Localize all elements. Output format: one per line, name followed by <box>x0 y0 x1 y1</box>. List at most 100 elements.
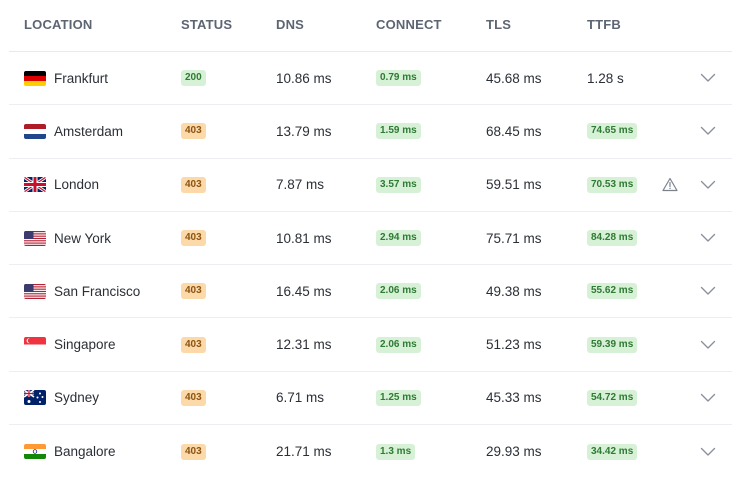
flag-us-icon <box>24 283 46 299</box>
table-row[interactable]: Singapore 403 12.31 ms 2.06 ms 51.23 ms 59.39… <box>9 318 732 372</box>
dns-cell: 7.87 ms <box>276 177 325 193</box>
location-cell: London <box>24 159 99 211</box>
column-header-connect[interactable]: CONNECT <box>376 17 442 32</box>
ttfb-cell: 54.72 ms <box>587 372 638 424</box>
table-row[interactable]: Amsterdam 403 13.79 ms 1.59 ms 68.45 ms 74.65… <box>9 105 732 159</box>
ttfb-cell: 59.39 ms <box>587 318 638 370</box>
column-header-ttfb[interactable]: TTFB <box>587 17 621 32</box>
table-row[interactable]: Frankfurt 200 10.86 ms 0.79 ms 45.68 ms 1.28 … <box>9 52 732 106</box>
warning-triangle-icon[interactable] <box>660 159 680 211</box>
status-badge: 403 <box>181 230 206 247</box>
connect-badge: 2.94 ms <box>376 230 421 247</box>
location-cell: Singapore <box>24 318 116 370</box>
ttfb-cell: 74.65 ms <box>587 105 638 157</box>
connect-badge: 1.3 ms <box>376 443 416 460</box>
ttfb-cell: 84.28 ms <box>587 212 638 264</box>
table-row[interactable]: London 403 7.87 ms 3.57 ms 59.51 ms 70.53 ms <box>9 159 732 212</box>
table-row[interactable]: New York 403 10.81 ms 2.94 ms 75.71 ms 84.28 … <box>9 212 732 266</box>
location-name: London <box>54 177 100 193</box>
table-body: Frankfurt 200 10.86 ms 0.79 ms 45.68 ms 1.28 … <box>9 52 732 478</box>
connect-badge: 3.57 ms <box>376 176 421 193</box>
column-header-dns[interactable]: DNS <box>276 17 304 32</box>
ttfb-cell: 34.42 ms <box>587 425 638 478</box>
status-badge: 403 <box>181 389 206 406</box>
status-cell: 403 <box>181 265 206 317</box>
location-cell: Sydney <box>24 372 99 424</box>
status-cell: 403 <box>181 159 206 211</box>
tls-cell: 45.33 ms <box>486 390 542 406</box>
dns-cell: 10.81 ms <box>276 230 332 246</box>
flag-in-icon <box>24 444 46 460</box>
dns-cell: 6.71 ms <box>276 390 325 406</box>
chevron-down-icon[interactable] <box>697 425 719 478</box>
status-badge: 403 <box>181 443 206 460</box>
tls-cell: 75.71 ms <box>486 230 542 246</box>
location-cell: Amsterdam <box>24 105 123 157</box>
results-table: LOCATION STATUS DNS CONNECT TLS TTFB Fra… <box>9 0 732 478</box>
flag-de-icon <box>24 70 46 86</box>
location-cell: Bangalore <box>24 425 116 478</box>
chevron-down-icon[interactable] <box>697 372 719 424</box>
status-badge: 403 <box>181 176 206 193</box>
dns-cell: 13.79 ms <box>276 123 332 139</box>
column-header-location[interactable]: LOCATION <box>24 17 93 32</box>
ttfb-badge: 59.39 ms <box>587 336 638 353</box>
column-header-status[interactable]: STATUS <box>181 17 232 32</box>
flag-sg-icon <box>24 337 46 353</box>
status-badge: 200 <box>181 70 206 87</box>
tls-cell: 59.51 ms <box>486 177 542 193</box>
table-row[interactable]: San Francisco 403 16.45 ms 2.06 ms 49.38 ms 5… <box>9 265 732 319</box>
tls-cell: 49.38 ms <box>486 283 542 299</box>
location-name: San Francisco <box>54 283 141 299</box>
connect-badge: 1.25 ms <box>376 389 421 406</box>
status-cell: 403 <box>181 318 206 370</box>
connect-cell: 0.79 ms <box>376 52 421 104</box>
status-badge: 403 <box>181 123 206 140</box>
location-name: Bangalore <box>54 444 116 460</box>
connect-badge: 2.06 ms <box>376 336 421 353</box>
tls-cell: 45.68 ms <box>486 70 542 86</box>
chevron-down-icon[interactable] <box>697 212 719 264</box>
location-name: Frankfurt <box>54 70 109 86</box>
dns-cell: 21.71 ms <box>276 444 332 460</box>
chevron-down-icon[interactable] <box>697 105 719 157</box>
column-header-tls[interactable]: TLS <box>486 17 511 32</box>
tls-cell: 29.93 ms <box>486 444 542 460</box>
table-header: LOCATION STATUS DNS CONNECT TLS TTFB <box>9 0 732 52</box>
flag-us-icon <box>24 230 46 246</box>
connect-badge: 2.06 ms <box>376 283 421 300</box>
ttfb-badge: 34.42 ms <box>587 443 638 460</box>
dns-cell: 16.45 ms <box>276 283 332 299</box>
flag-nl-icon <box>24 123 46 139</box>
connect-badge: 1.59 ms <box>376 123 421 140</box>
dns-cell: 12.31 ms <box>276 337 332 353</box>
tls-cell: 68.45 ms <box>486 123 542 139</box>
location-cell: New York <box>24 212 111 264</box>
table-row[interactable]: Bangalore 403 21.71 ms 1.3 ms 29.93 ms 34.42 … <box>9 425 732 478</box>
status-cell: 200 <box>181 52 206 104</box>
chevron-down-icon[interactable] <box>697 265 719 317</box>
table-row[interactable]: Sydney 403 6.71 ms 1.25 ms 45.33 ms 54.72 ms <box>9 372 732 426</box>
connect-cell: 1.59 ms <box>376 105 421 157</box>
ttfb-badge: 54.72 ms <box>587 389 638 406</box>
status-badge: 403 <box>181 336 206 353</box>
ttfb-cell: 1.28 s <box>587 52 624 104</box>
status-cell: 403 <box>181 105 206 157</box>
connect-cell: 1.25 ms <box>376 372 421 424</box>
ttfb-badge: 55.62 ms <box>587 283 638 300</box>
flag-gb-icon <box>24 177 46 193</box>
chevron-down-icon[interactable] <box>697 52 719 104</box>
ttfb-cell: 70.53 ms <box>587 159 638 211</box>
connect-badge: 0.79 ms <box>376 70 421 87</box>
status-cell: 403 <box>181 372 206 424</box>
connect-cell: 2.94 ms <box>376 212 421 264</box>
location-name: Singapore <box>54 337 116 353</box>
ttfb-cell: 55.62 ms <box>587 265 638 317</box>
ttfb-badge: 74.65 ms <box>587 123 638 140</box>
chevron-down-icon[interactable] <box>697 318 719 370</box>
location-cell: San Francisco <box>24 265 140 317</box>
chevron-down-icon[interactable] <box>697 159 719 211</box>
location-name: Amsterdam <box>54 123 124 139</box>
connect-cell: 1.3 ms <box>376 425 416 478</box>
status-cell: 403 <box>181 425 206 478</box>
